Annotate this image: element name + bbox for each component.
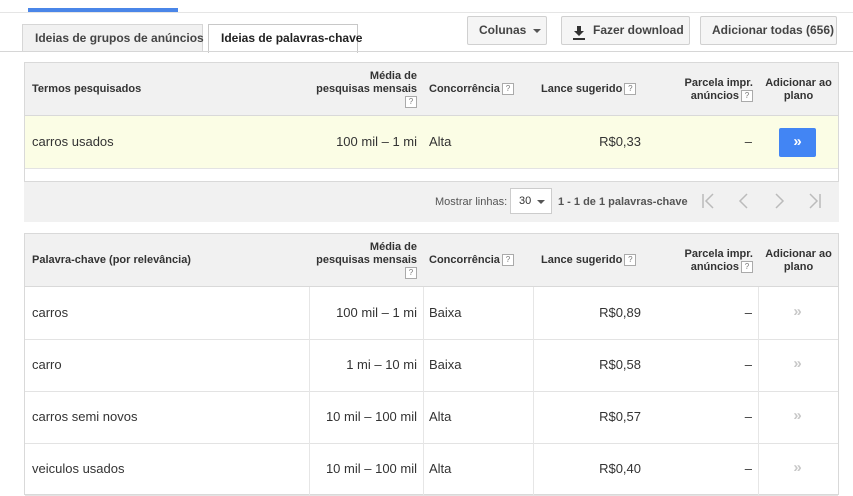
chevron-down-icon — [537, 200, 545, 204]
first-page-icon[interactable] — [698, 190, 720, 212]
col-add-line1: Adicionar ao — [765, 248, 832, 260]
help-icon[interactable]: ? — [624, 254, 637, 267]
share-cell: – — [744, 357, 752, 372]
col-add-to-plan: Adicionar ao plano — [761, 248, 836, 274]
add-to-plan-button[interactable]: » — [779, 443, 816, 495]
table-header: Termos pesquisados Média de pesquisas me… — [25, 63, 838, 116]
download-icon — [573, 23, 585, 40]
col-competition: Concorrência? — [429, 254, 514, 267]
top-divider — [0, 12, 853, 13]
help-icon[interactable]: ? — [741, 90, 753, 103]
col-add-to-plan: Adicionar ao plano — [761, 77, 836, 103]
col-avg-monthly-searches: Média de pesquisas mensais ? — [295, 241, 417, 280]
col-avg-line2: pesquisas mensais — [316, 83, 417, 95]
tab-underline — [0, 51, 853, 52]
help-icon[interactable]: ? — [405, 96, 417, 109]
rows-value: 30 — [519, 195, 532, 207]
add-all-button[interactable]: Adicionar todas (656) — [700, 16, 837, 45]
searched-terms-table: Termos pesquisados Média de pesquisas me… — [24, 62, 839, 182]
download-label: Fazer download — [593, 23, 684, 37]
col-share-line1: Parcela impr. — [684, 248, 754, 260]
keyword-cell: veiculos usados — [32, 461, 125, 476]
col-suggested-bid: Lance sugerido? — [541, 254, 637, 267]
share-cell: – — [744, 305, 752, 320]
chevron-down-icon — [533, 28, 542, 33]
pagination-bar: Mostrar linhas: 30 1 - 1 de 1 palavras-c… — [24, 182, 839, 222]
col-competition: Concorrência? — [429, 83, 514, 96]
keyword-cell: carros semi novos — [32, 409, 138, 424]
left-gutter — [0, 52, 24, 377]
col-avg-monthly-searches: Média de pesquisas mensais ? — [295, 70, 417, 109]
help-icon[interactable]: ? — [405, 267, 417, 280]
bid-cell: R$0,33 — [599, 134, 641, 149]
last-page-icon[interactable] — [803, 190, 825, 212]
columns-button[interactable]: Colunas — [467, 16, 547, 45]
searches-cell: 100 mil – 1 mi — [336, 305, 417, 320]
rows-per-page-select[interactable]: 30 — [510, 188, 552, 214]
share-cell: – — [744, 409, 752, 424]
help-icon[interactable]: ? — [501, 254, 514, 267]
competition-cell: Alta — [429, 409, 452, 424]
col-suggested-bid: Lance sugerido? — [541, 83, 637, 96]
searches-cell: 1 mi – 10 mi — [346, 357, 417, 372]
col-competition-label: Concorrência — [429, 254, 500, 266]
add-to-plan-button[interactable]: » — [779, 391, 816, 443]
keyword-cell: carros — [32, 305, 69, 320]
help-icon[interactable]: ? — [624, 83, 637, 96]
show-rows-label: Mostrar linhas: — [435, 196, 508, 208]
download-button[interactable]: Fazer download — [561, 16, 690, 45]
prev-page-icon[interactable] — [733, 190, 755, 212]
bid-cell: R$0,58 — [599, 357, 641, 372]
table-header: Palavra-chave (por relevância) Média de … — [25, 234, 838, 287]
help-icon[interactable]: ? — [501, 83, 514, 96]
competition-cell: Alta — [429, 134, 452, 149]
col-impression-share: Parcela impr. anúncios? — [677, 77, 753, 103]
add-to-plan-button[interactable]: » — [779, 128, 816, 157]
keyword-ideas-table: Palavra-chave (por relevância) Média de … — [24, 233, 839, 496]
competition-cell: Baixa — [429, 357, 462, 372]
col-avg-line1: Média de — [369, 241, 417, 253]
bid-cell: R$0,40 — [599, 461, 641, 476]
table-row: carro 1 mi – 10 mi Baixa R$0,58 – » — [25, 339, 838, 392]
next-page-icon[interactable] — [768, 190, 790, 212]
col-add-line2: plano — [783, 90, 814, 102]
col-share-line2: anúncios — [690, 261, 739, 273]
tab-ad-group-ideas[interactable]: Ideias de grupos de anúncios — [22, 24, 204, 52]
col-competition-label: Concorrência — [429, 83, 500, 95]
bid-cell: R$0,89 — [599, 305, 641, 320]
competition-cell: Baixa — [429, 305, 462, 320]
searches-cell: 100 mil – 1 mi — [336, 134, 417, 149]
col-impression-share: Parcela impr. anúncios? — [677, 248, 753, 274]
columns-label: Colunas — [479, 23, 527, 37]
col-bid-label: Lance sugerido — [541, 254, 623, 266]
col-keyword-relevance: Palavra-chave (por relevância) — [32, 254, 191, 266]
share-cell: – — [744, 461, 752, 476]
share-cell: – — [744, 134, 752, 149]
col-searched-terms: Termos pesquisados — [32, 83, 142, 95]
table-row: veiculos usados 10 mil – 100 mil Alta R$… — [25, 443, 838, 496]
table-row: carros usados 100 mil – 1 mi Alta R$0,33… — [25, 116, 838, 169]
help-icon[interactable]: ? — [741, 261, 753, 274]
col-avg-line1: Média de — [369, 70, 417, 82]
col-share-line1: Parcela impr. — [684, 77, 754, 89]
col-avg-line2: pesquisas mensais — [316, 254, 417, 266]
add-to-plan-button[interactable]: » — [779, 339, 816, 391]
competition-cell: Alta — [429, 461, 452, 476]
col-share-line2: anúncios — [690, 90, 739, 102]
add-to-plan-button[interactable]: » — [779, 287, 816, 339]
searches-cell: 10 mil – 100 mil — [325, 461, 417, 476]
keyword-cell: carros usados — [32, 134, 114, 149]
keyword-cell: carro — [32, 357, 62, 372]
searches-cell: 10 mil – 100 mil — [325, 409, 417, 424]
table-row: carros 100 mil – 1 mi Baixa R$0,89 – » — [25, 287, 838, 340]
col-bid-label: Lance sugerido — [541, 83, 623, 95]
col-add-line1: Adicionar ao — [765, 77, 832, 89]
col-add-line2: plano — [783, 261, 814, 273]
bid-cell: R$0,57 — [599, 409, 641, 424]
table-row: carros semi novos 10 mil – 100 mil Alta … — [25, 391, 838, 444]
tab-keyword-ideas[interactable]: Ideias de palavras-chave — [208, 24, 362, 53]
range-text: 1 - 1 de 1 palavras-chave — [558, 196, 688, 208]
